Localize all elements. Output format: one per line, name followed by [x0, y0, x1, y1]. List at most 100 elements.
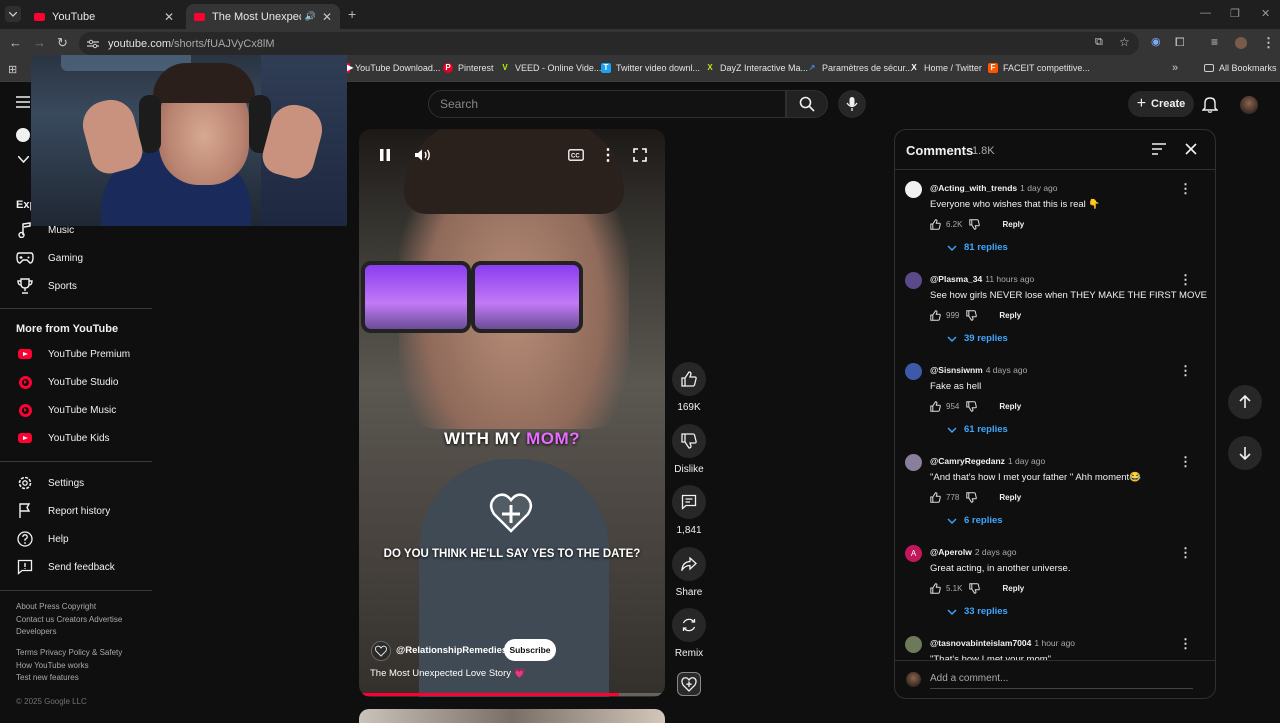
- share-action[interactable]: Share: [672, 547, 706, 598]
- next-short-preview[interactable]: [359, 709, 665, 723]
- close-window-icon[interactable]: ✕: [1261, 7, 1270, 20]
- reload-icon[interactable]: ↻: [57, 35, 68, 51]
- restore-window-icon[interactable]: ❐: [1230, 7, 1240, 20]
- voice-search-button[interactable]: [838, 90, 866, 118]
- apps-grid-icon[interactable]: ⊞: [8, 63, 17, 76]
- bookmark-youtube-download[interactable]: ▶ YouTube Download...: [347, 63, 440, 73]
- footer-link-row[interactable]: Contact us Creators Advertise: [16, 614, 122, 627]
- sidebar-item-youtube-studio[interactable]: YouTube Studio: [16, 373, 118, 391]
- speaker-icon[interactable]: 🔊: [305, 11, 316, 22]
- create-button[interactable]: + Create: [1128, 91, 1194, 117]
- browser-tab-active-short[interactable]: The Most Unexpected Love 🔊 ✕: [186, 4, 340, 29]
- install-app-icon[interactable]: ⧉: [1095, 36, 1103, 49]
- account-avatar[interactable]: [1240, 96, 1258, 114]
- comment-author[interactable]: @Plasma_34 11 hours ago: [930, 274, 1034, 284]
- commenter-avatar[interactable]: [905, 636, 922, 653]
- sidebar-item-gaming[interactable]: Gaming: [16, 249, 83, 267]
- media-control-icon[interactable]: ◉: [1151, 35, 1161, 48]
- view-replies-button[interactable]: 81 replies: [947, 242, 1008, 253]
- bookmark-star-icon[interactable]: ☆: [1119, 35, 1130, 49]
- more-options-button[interactable]: ⋮: [592, 139, 624, 171]
- extensions-icon[interactable]: ⧠: [1175, 35, 1185, 50]
- sidebar-item-youtube-kids[interactable]: YouTube Kids: [16, 429, 110, 447]
- footer-link-row[interactable]: Test new features: [16, 672, 122, 685]
- like-action[interactable]: 169K: [672, 362, 706, 413]
- previous-short-button[interactable]: [1228, 385, 1262, 419]
- footer-link-row[interactable]: About Press Copyright: [16, 601, 122, 614]
- comments-button[interactable]: [672, 485, 706, 519]
- reply-button[interactable]: Reply: [999, 402, 1021, 411]
- comment-dislike-button[interactable]: [966, 310, 978, 321]
- captions-button[interactable]: CC: [560, 139, 592, 171]
- new-tab-icon[interactable]: +: [348, 6, 356, 22]
- commenter-avatar[interactable]: A: [905, 545, 922, 562]
- sidebar-item-youtube-premium[interactable]: YouTube Premium: [16, 345, 130, 363]
- minimize-window-icon[interactable]: —: [1200, 7, 1211, 19]
- replies-count[interactable]: 81 replies: [964, 242, 1008, 253]
- subscribe-button[interactable]: Subscribe: [504, 639, 556, 661]
- author-handle[interactable]: @Sisnsiwnm: [930, 365, 983, 375]
- replies-count[interactable]: 39 replies: [964, 333, 1008, 344]
- commenter-avatar[interactable]: [905, 454, 922, 471]
- more-bookmarks-icon[interactable]: »: [1172, 62, 1178, 74]
- browser-tab-youtube[interactable]: YouTube ✕: [26, 4, 182, 29]
- reply-button[interactable]: Reply: [999, 311, 1021, 320]
- comment-menu-icon[interactable]: ⋮: [1179, 363, 1192, 379]
- footer-link-row[interactable]: Terms Privacy Policy & Safety: [16, 647, 122, 660]
- sidebar-item-help[interactable]: Help: [16, 530, 69, 548]
- notifications-bell-icon[interactable]: [1202, 95, 1218, 113]
- progress-track[interactable]: [359, 693, 665, 696]
- bookmark-veed[interactable]: V VEED - Online Vide...: [500, 63, 601, 73]
- comment-menu-icon[interactable]: ⋮: [1179, 545, 1192, 561]
- sidebar-item-youtube-music[interactable]: YouTube Music: [16, 401, 116, 419]
- sidebar-item-send-feedback[interactable]: Send feedback: [16, 558, 115, 576]
- author-handle[interactable]: @tasnovabinteislam7004: [930, 638, 1031, 648]
- remix-button[interactable]: [672, 608, 706, 642]
- channel-avatar[interactable]: [16, 128, 30, 142]
- comment-menu-icon[interactable]: ⋮: [1179, 181, 1192, 197]
- view-replies-button[interactable]: 39 replies: [947, 333, 1008, 344]
- footer-links[interactable]: About Press Copyright Contact us Creator…: [16, 601, 122, 639]
- share-button[interactable]: [672, 547, 706, 581]
- back-arrow-icon[interactable]: ←: [9, 35, 22, 50]
- commenter-avatar[interactable]: [905, 272, 922, 289]
- comment-like-button[interactable]: [930, 583, 941, 594]
- comments-action[interactable]: 1,841: [672, 485, 706, 536]
- tab-search-button[interactable]: [5, 6, 21, 22]
- bookmark-pinterest[interactable]: P Pinterest: [443, 63, 494, 73]
- pause-button[interactable]: [369, 139, 401, 171]
- commenter-avatar[interactable]: [905, 363, 922, 380]
- comment-menu-icon[interactable]: ⋮: [1179, 272, 1192, 288]
- video-title[interactable]: The Most Unexpected Love Story 💗: [370, 668, 525, 679]
- all-bookmarks-folder[interactable]: All Bookmarks: [1204, 63, 1277, 73]
- comment-author[interactable]: @CamryRegedanz 1 day ago: [930, 456, 1045, 466]
- comment-author[interactable]: @Acting_with_trends 1 day ago: [930, 183, 1058, 193]
- profile-avatar[interactable]: [1235, 37, 1247, 49]
- close-tab-icon[interactable]: ✕: [322, 10, 332, 24]
- author-handle[interactable]: @Plasma_34: [930, 274, 982, 284]
- shorts-video-player[interactable]: CC ⋮ WITH MY MOM? DO YOU THINK HE'LL SAY…: [359, 129, 665, 697]
- dislike-button[interactable]: [672, 424, 706, 458]
- like-button[interactable]: [672, 362, 706, 396]
- site-info-icon[interactable]: [87, 39, 99, 49]
- channel-avatar[interactable]: [371, 641, 391, 661]
- search-button[interactable]: [786, 90, 828, 118]
- replies-count[interactable]: 6 replies: [964, 515, 1003, 526]
- hamburger-menu-icon[interactable]: [16, 96, 30, 108]
- reply-button[interactable]: Reply: [999, 493, 1021, 502]
- search-input[interactable]: Search: [428, 90, 786, 118]
- volume-button[interactable]: [407, 139, 439, 171]
- comment-like-button[interactable]: [930, 401, 941, 412]
- add-comment-bar[interactable]: Add a comment...: [895, 660, 1215, 698]
- author-handle[interactable]: @Aperolw: [930, 547, 972, 557]
- bookmark-faceit[interactable]: F FACEIT competitive...: [988, 63, 1090, 73]
- comment-dislike-button[interactable]: [969, 583, 981, 594]
- bookmark-dayz[interactable]: X DayZ Interactive Ma...: [705, 63, 808, 73]
- dislike-action[interactable]: Dislike: [672, 424, 706, 475]
- view-replies-button[interactable]: 61 replies: [947, 424, 1008, 435]
- replies-count[interactable]: 33 replies: [964, 606, 1008, 617]
- forward-arrow-icon[interactable]: →: [33, 35, 46, 50]
- bookmark-twitter-video[interactable]: T Twitter video downl...: [601, 63, 700, 73]
- sidebar-item-report-history[interactable]: Report history: [16, 502, 110, 520]
- next-short-button[interactable]: [1228, 436, 1262, 470]
